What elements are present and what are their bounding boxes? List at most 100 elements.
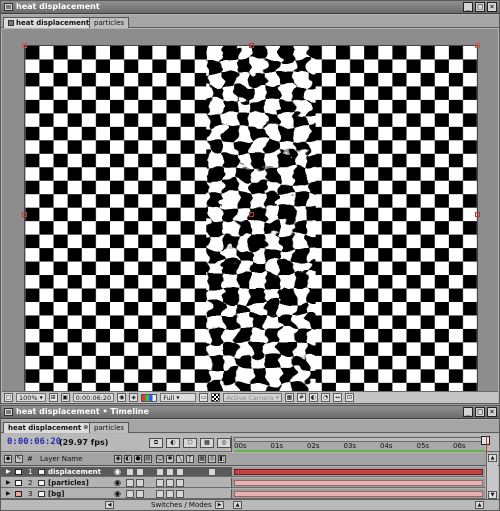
comp-marker-icon[interactable]: ⧉ xyxy=(149,438,163,448)
show-snapshot-icon[interactable]: ◈ xyxy=(129,393,139,402)
quality-switch[interactable] xyxy=(166,479,174,487)
zoom-in-icon[interactable]: ▲ xyxy=(475,501,484,509)
reset-exposure-icon[interactable]: ◔ xyxy=(320,393,330,402)
close-icon[interactable]: × xyxy=(487,2,497,12)
eye-icon[interactable]: ◉ xyxy=(114,455,122,463)
frame-blending-icon[interactable]: ▦ xyxy=(200,438,214,448)
current-time-display[interactable]: 0:00:06:20 xyxy=(7,437,61,447)
zoom-out-icon[interactable]: ▲ xyxy=(233,501,242,509)
comp-viewer[interactable] xyxy=(2,29,498,397)
anchor-point-center[interactable] xyxy=(249,212,254,217)
switch-box[interactable] xyxy=(126,479,134,487)
label-color[interactable] xyxy=(15,480,22,486)
scroll-down-icon[interactable]: ▼ xyxy=(488,491,497,499)
flowchart-icon[interactable]: ⊡ xyxy=(344,393,354,402)
motion-blur-icon[interactable]: ◎ xyxy=(217,438,231,448)
preview-icon[interactable]: ▢ xyxy=(4,393,13,402)
tab-close-icon[interactable]: ⊗ xyxy=(83,423,88,433)
maximize-icon[interactable]: □ xyxy=(475,407,485,417)
timeline-link-icon[interactable]: ↔ xyxy=(332,393,342,402)
effect-switch[interactable] xyxy=(176,479,184,487)
layer-row-particles[interactable]: ▶ 2 [particles] ◉ xyxy=(1,478,231,488)
switches-modes-toggle[interactable]: Switches / Modes xyxy=(151,501,212,509)
expand-right-icon[interactable]: ▶ xyxy=(215,501,224,509)
layer-duration-bar[interactable] xyxy=(234,480,483,486)
corner-handle-tr[interactable] xyxy=(475,43,480,48)
visibility-eye-icon[interactable]: ◉ xyxy=(114,490,121,498)
comp-title-bar[interactable]: heat displacement _ □ × xyxy=(1,1,499,14)
visibility-eye-icon[interactable]: ◉ xyxy=(114,479,121,487)
switch-box[interactable] xyxy=(126,468,134,476)
expand-triangle-icon[interactable]: ▶ xyxy=(6,469,11,475)
solo-icon[interactable]: ● xyxy=(134,455,142,463)
view-layout-icon[interactable]: ▦ xyxy=(284,393,294,402)
snapshot-icon[interactable]: ◉ xyxy=(117,393,127,402)
tab-heat-displacement[interactable]: heat displacement ⊗ xyxy=(3,17,102,28)
quality-switch[interactable] xyxy=(166,468,174,476)
quality-switch[interactable] xyxy=(166,490,174,498)
effect-switch[interactable] xyxy=(176,468,184,476)
anchor-handle-left[interactable] xyxy=(22,212,27,217)
minimize-icon[interactable]: _ xyxy=(463,2,473,12)
motion-blur-switch[interactable] xyxy=(208,468,216,476)
transparency-grid-icon[interactable] xyxy=(211,393,221,402)
live-update-icon[interactable]: ◐ xyxy=(166,438,180,448)
draft-3d-icon[interactable]: ⬡ xyxy=(183,438,197,448)
label-color[interactable] xyxy=(15,491,22,497)
switch-box[interactable] xyxy=(136,479,144,487)
source-column-icon[interactable]: ✎ xyxy=(15,455,23,463)
lock-icon[interactable]: ▤ xyxy=(144,455,152,463)
camera-dropdown[interactable]: Active Camera xyxy=(223,393,282,402)
shy-icon[interactable]: ☺ xyxy=(156,455,164,463)
layer-name-header[interactable]: Layer Name xyxy=(40,455,82,463)
quality-icon[interactable]: ╲ xyxy=(176,455,184,463)
tab-particles[interactable]: particles xyxy=(89,17,130,28)
label-color[interactable] xyxy=(15,469,22,475)
layer-name[interactable]: displacement xyxy=(48,467,101,477)
resolution-dropdown[interactable]: Full xyxy=(160,393,197,402)
close-icon[interactable]: × xyxy=(487,407,497,417)
expand-triangle-icon[interactable]: ▶ xyxy=(6,480,11,486)
switch-box[interactable] xyxy=(136,468,144,476)
collapse-icon[interactable]: ✱ xyxy=(166,455,174,463)
region-of-interest-icon[interactable]: ▭ xyxy=(199,393,209,402)
motion-blur-icon[interactable]: ◎ xyxy=(208,455,216,463)
layer-duration-bar[interactable] xyxy=(234,469,483,475)
layer-duration-bar[interactable] xyxy=(234,491,483,497)
time-ruler[interactable]: 00s 01s 02s 03s 04s 05s 06s xyxy=(231,436,490,452)
scroll-up-icon[interactable]: ▲ xyxy=(488,454,497,462)
zoom-dropdown[interactable]: 100% xyxy=(16,393,46,402)
switch-box[interactable] xyxy=(136,490,144,498)
label-column-icon[interactable]: ◆ xyxy=(4,455,12,463)
tab-particles[interactable]: particles xyxy=(89,422,130,433)
vertical-scrollbar[interactable]: ▲ ▼ xyxy=(486,453,498,500)
checkerboard-canvas[interactable] xyxy=(24,45,478,397)
anchor-handle-top[interactable] xyxy=(249,43,254,48)
switch-box[interactable] xyxy=(126,490,134,498)
layer-row-bg[interactable]: ▶ 3 [bg] ◉ xyxy=(1,489,231,499)
maximize-icon[interactable]: □ xyxy=(475,2,485,12)
layer-name[interactable]: [particles] xyxy=(48,478,89,488)
mask-icon[interactable]: ▣ xyxy=(60,393,70,402)
visibility-eye-icon[interactable]: ◉ xyxy=(114,468,121,476)
expand-triangle-icon[interactable]: ▶ xyxy=(6,491,11,497)
audio-icon[interactable]: ◐ xyxy=(124,455,132,463)
collapse-switch[interactable] xyxy=(156,490,164,498)
layer-name[interactable]: [bg] xyxy=(48,489,64,499)
draft-3d-icon[interactable]: ◐ xyxy=(308,393,318,402)
3d-layer-icon[interactable]: ◧ xyxy=(218,455,226,463)
tab-heat-displacement[interactable]: heat displacement ⊗ xyxy=(3,422,94,433)
effect-switch[interactable] xyxy=(176,490,184,498)
anchor-handle-right[interactable] xyxy=(475,212,480,217)
minimize-icon[interactable]: _ xyxy=(463,407,473,417)
frame-blend-icon[interactable]: ▦ xyxy=(198,455,206,463)
timeline-title-bar[interactable]: heat displacement • Timeline _ □ × xyxy=(1,406,499,419)
effect-icon[interactable]: ƒ xyxy=(186,455,194,463)
layer-row-displacement[interactable]: ▶ 1 displacement ◉ xyxy=(1,467,231,477)
collapse-switch[interactable] xyxy=(156,468,164,476)
collapse-switch[interactable] xyxy=(156,479,164,487)
collapse-left-icon[interactable]: ◀ xyxy=(105,501,114,509)
corner-handle-tl[interactable] xyxy=(22,43,27,48)
grid-icon[interactable]: # xyxy=(296,393,306,402)
viewer-timecode[interactable]: 0:00:06:20 xyxy=(72,393,115,402)
